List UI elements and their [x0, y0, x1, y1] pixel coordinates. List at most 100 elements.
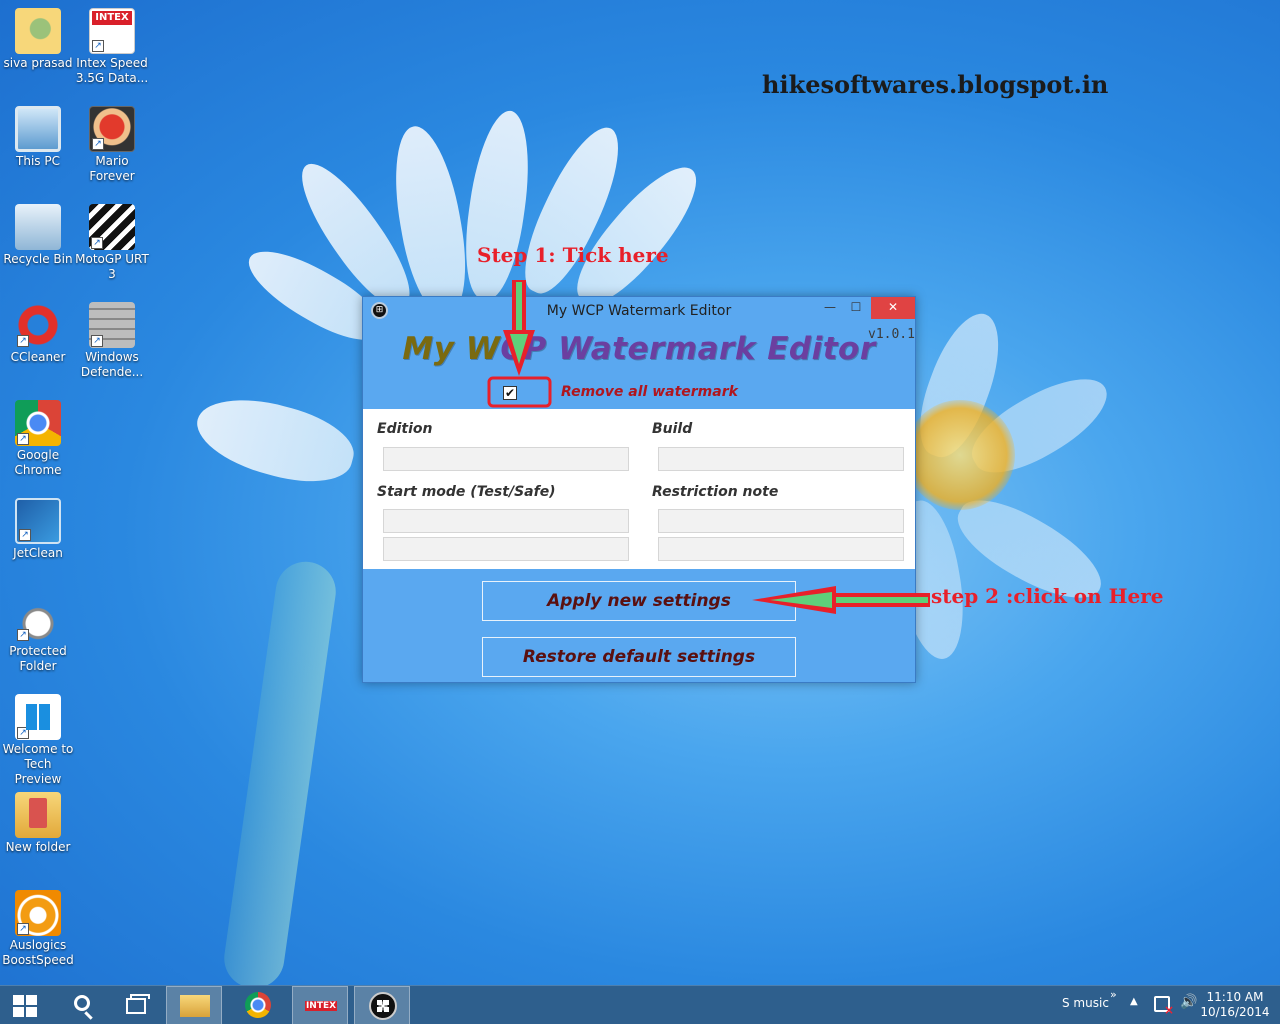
windows-logo-icon: ↗ [15, 694, 61, 740]
wallpaper-petal [906, 304, 1014, 466]
show-hidden-icons-button[interactable]: ▲ [1130, 996, 1138, 1007]
wallpaper-petal [509, 116, 636, 304]
shortcut-arrow-icon: ↗ [17, 727, 29, 739]
ccleaner-icon: ↗ [15, 302, 61, 348]
desktop-icon-label: New folder [5, 840, 71, 854]
desktop-icon-label: JetClean [13, 546, 63, 560]
shortcut-arrow-icon: ↗ [92, 40, 104, 52]
remove-watermark-row: ✔ Remove all watermark [363, 383, 915, 407]
shortcut-arrow-icon: ↗ [17, 335, 29, 347]
shortcut-arrow-icon: ↗ [91, 237, 103, 249]
folder-icon [15, 792, 61, 838]
taskbar: INTEX S music » ▲ 🔊 11:10 AM 10/16/2014 [0, 985, 1280, 1024]
intex-icon: INTEX [305, 1001, 337, 1011]
headline-part2: CP Watermark Editor [500, 331, 876, 367]
desktop-icon-new-folder[interactable]: New folder [0, 792, 76, 855]
edition-field[interactable] [383, 447, 629, 471]
step2-annotation: step 2 :click on Here [931, 584, 1164, 608]
maximize-button[interactable]: ☐ [843, 297, 869, 319]
wallpaper-petal [960, 361, 1120, 489]
windows-defender-icon: ↗ [89, 302, 135, 348]
headline-part1: My W [402, 331, 501, 367]
boostspeed-icon: ↗ [15, 890, 61, 936]
wallpaper-stem [220, 557, 340, 993]
wcp-editor-window: ⊞ My WCP Watermark Editor — ☐ ✕ v1.0.1 M… [362, 296, 916, 683]
step1-annotation: Step 1: Tick here [477, 243, 669, 267]
network-icon[interactable] [1154, 996, 1174, 1017]
task-view-button[interactable] [110, 986, 166, 1024]
shortcut-arrow-icon: ↗ [91, 335, 103, 347]
taskbar-intex[interactable]: INTEX [292, 986, 348, 1024]
restore-defaults-button[interactable]: Restore default settings [482, 637, 796, 677]
volume-icon[interactable]: 🔊 [1180, 994, 1197, 1010]
jetclean-icon: ↗ [15, 498, 61, 544]
taskbar-chrome[interactable] [230, 986, 286, 1024]
edition-label: Edition [377, 421, 433, 437]
desktop-icon-siva-prasad[interactable]: siva prasad [0, 8, 76, 71]
restriction-note-field-1[interactable] [658, 509, 904, 533]
desktop-icon-label: MotoGP URT 3 [75, 252, 149, 281]
chrome-icon [245, 992, 271, 1018]
start-button[interactable] [0, 986, 50, 1024]
motogp-icon: ↗ [89, 204, 135, 250]
toolbar-chevron-icon[interactable]: » [1110, 988, 1117, 1001]
remove-watermark-label[interactable]: Remove all watermark [561, 384, 738, 400]
desktop-icon-label: Welcome to Tech Preview [2, 742, 74, 786]
desktop-icon-auslogics-boostspeed[interactable]: ↗ Auslogics BoostSpeed [0, 890, 76, 968]
window-titlebar[interactable]: ⊞ My WCP Watermark Editor — ☐ ✕ [363, 297, 915, 325]
desktop-icon-mario-forever[interactable]: ↗ Mario Forever [74, 106, 150, 184]
search-button[interactable] [54, 986, 110, 1024]
shortcut-arrow-icon: ↗ [17, 923, 29, 935]
build-label: Build [652, 421, 693, 437]
info-panel: Edition Build Start mode (Test/Safe) Res… [363, 409, 915, 569]
desktop-icon-jetclean[interactable]: ↗ JetClean [0, 498, 76, 561]
start-mode-field-2[interactable] [383, 537, 629, 561]
remove-watermark-checkbox[interactable]: ✔ [503, 386, 517, 400]
wallpaper-petal [188, 385, 362, 495]
shortcut-arrow-icon: ↗ [17, 433, 29, 445]
wcp-editor-icon [369, 992, 397, 1020]
desktop-icon-google-chrome[interactable]: ↗ Google Chrome [0, 400, 76, 478]
desktop-icon-intex-speed[interactable]: INTEX ↗ Intex Speed 3.5G Data... [74, 8, 150, 86]
recycle-bin-icon [15, 204, 61, 250]
minimize-button[interactable]: — [817, 297, 843, 319]
start-icon [13, 995, 37, 1017]
shortcut-arrow-icon: ↗ [92, 138, 104, 150]
apply-settings-button[interactable]: Apply new settings [482, 581, 796, 621]
intex-icon: INTEX ↗ [89, 8, 135, 54]
desktop-icon-label: Auslogics BoostSpeed [2, 938, 74, 967]
restriction-note-field-2[interactable] [658, 537, 904, 561]
desktop-icon-welcome-tech-preview[interactable]: ↗ Welcome to Tech Preview [0, 694, 76, 787]
wallpaper-petal [285, 151, 425, 319]
restriction-note-label: Restriction note [652, 484, 779, 500]
shortcut-arrow-icon: ↗ [19, 529, 31, 541]
blog-title: hikesoftwares.blogspot.in [762, 70, 1109, 99]
wallpaper-flower-center [905, 400, 1015, 510]
desktop-icon-label: Recycle Bin [3, 252, 73, 266]
taskbar-wcp-editor[interactable] [354, 986, 410, 1024]
intex-logo: INTEX [92, 11, 132, 25]
search-icon [74, 995, 90, 1011]
desktop-icon-this-pc[interactable]: This PC [0, 106, 76, 169]
tray-music-label[interactable]: S music [1062, 996, 1109, 1010]
task-view-icon [126, 994, 150, 1014]
desktop-icon-recycle-bin[interactable]: Recycle Bin [0, 204, 76, 267]
protected-folder-icon: ↗ [15, 596, 61, 642]
desktop-icon-protected-folder[interactable]: ↗ Protected Folder [0, 596, 76, 674]
wallpaper-petal [457, 107, 538, 303]
close-button[interactable]: ✕ [871, 297, 915, 319]
desktop-icon-windows-defender[interactable]: ↗ Windows Defende... [74, 302, 150, 380]
start-mode-field-1[interactable] [383, 509, 629, 533]
file-explorer-icon [180, 995, 210, 1017]
desktop-icon-label: Mario Forever [89, 154, 135, 183]
desktop-icon-motogp[interactable]: ↗ MotoGP URT 3 [74, 204, 150, 282]
clock-time: 11:10 AM [1206, 990, 1264, 1004]
taskbar-file-explorer[interactable] [166, 986, 222, 1024]
desktop-icon-ccleaner[interactable]: ↗ CCleaner [0, 302, 76, 365]
wallpaper-petal [561, 152, 714, 318]
clock[interactable]: 11:10 AM 10/16/2014 [1200, 990, 1270, 1020]
desktop-icon-label: Protected Folder [9, 644, 67, 673]
desktop-icon-label: Intex Speed 3.5G Data... [75, 56, 149, 85]
build-field[interactable] [658, 447, 904, 471]
desktop-icon-label: CCleaner [10, 350, 66, 364]
